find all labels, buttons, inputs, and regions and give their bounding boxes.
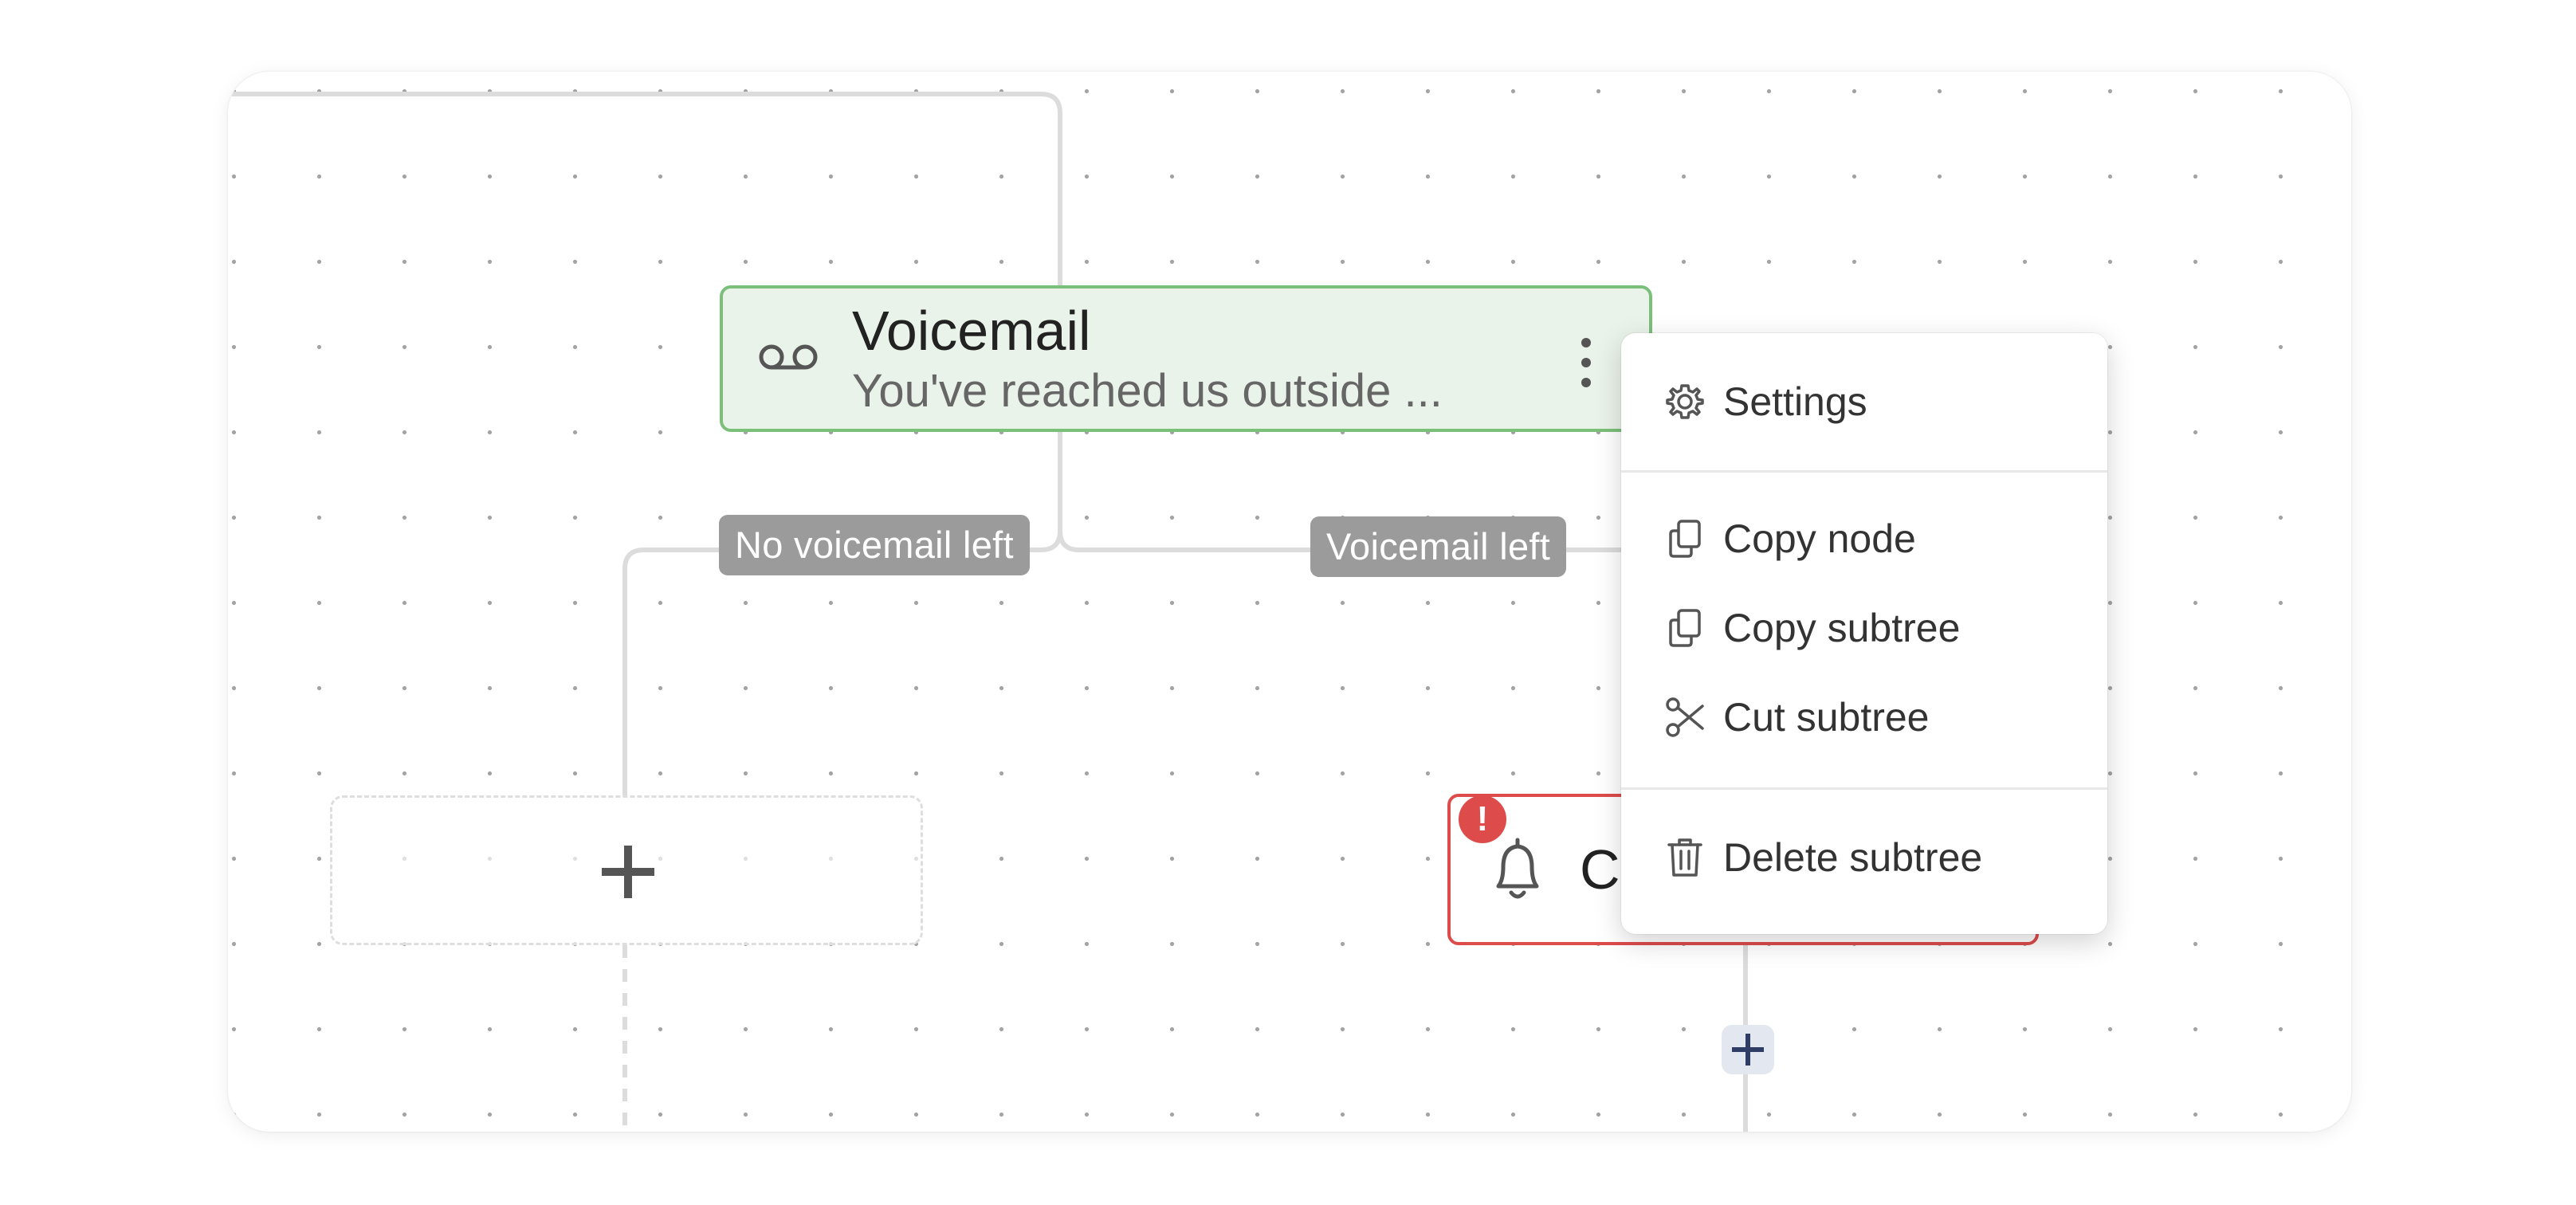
- menu-item-cut-subtree[interactable]: Cut subtree: [1621, 679, 2107, 756]
- menu-item-copy-subtree-label: Copy subtree: [1723, 606, 1961, 650]
- plus-icon: [602, 846, 654, 898]
- copy-icon: [1669, 520, 1701, 558]
- menu-divider: [1621, 787, 2107, 790]
- plus-icon: [1732, 1034, 1764, 1066]
- scissors-icon: [1666, 697, 1704, 737]
- voicemail-node-subtitle: You've reached us outside ...: [852, 365, 1443, 417]
- add-step-button[interactable]: [1722, 1025, 1774, 1074]
- menu-item-copy-node[interactable]: Copy node: [1621, 500, 2107, 577]
- menu-item-copy-node-label: Copy node: [1723, 516, 1916, 561]
- alert-node-title: C: [1580, 838, 1620, 901]
- empty-node-placeholder[interactable]: [330, 795, 923, 945]
- trash-icon: [1667, 838, 1702, 877]
- voicemail-node[interactable]: Voicemail You've reached us outside ...: [720, 285, 1652, 432]
- voicemail-node-title: Voicemail: [852, 300, 1091, 362]
- voicemail-icon: [759, 344, 818, 370]
- flow-canvas[interactable]: No voicemail left Voicemail left Voicema…: [228, 72, 2351, 1132]
- node-options-button[interactable]: [1572, 335, 1600, 391]
- menu-item-delete-subtree-label: Delete subtree: [1723, 835, 1983, 880]
- copy-icon: [1669, 609, 1701, 647]
- branch-label-voicemail-left: Voicemail left: [1310, 516, 1567, 577]
- menu-item-settings[interactable]: Settings: [1621, 363, 2107, 440]
- menu-item-settings-label: Settings: [1723, 379, 1867, 424]
- node-context-menu: Settings Copy node Copy subtree Cut subt…: [1621, 333, 2107, 934]
- menu-divider: [1621, 470, 2107, 473]
- gear-icon: [1666, 384, 1704, 419]
- error-badge: !: [1459, 795, 1506, 843]
- bell-icon: [1496, 838, 1539, 899]
- menu-item-cut-subtree-label: Cut subtree: [1723, 695, 1930, 740]
- menu-item-copy-subtree[interactable]: Copy subtree: [1621, 590, 2107, 666]
- branch-label-no-voicemail: No voicemail left: [719, 515, 1030, 575]
- menu-item-delete-subtree[interactable]: Delete subtree: [1621, 819, 2107, 896]
